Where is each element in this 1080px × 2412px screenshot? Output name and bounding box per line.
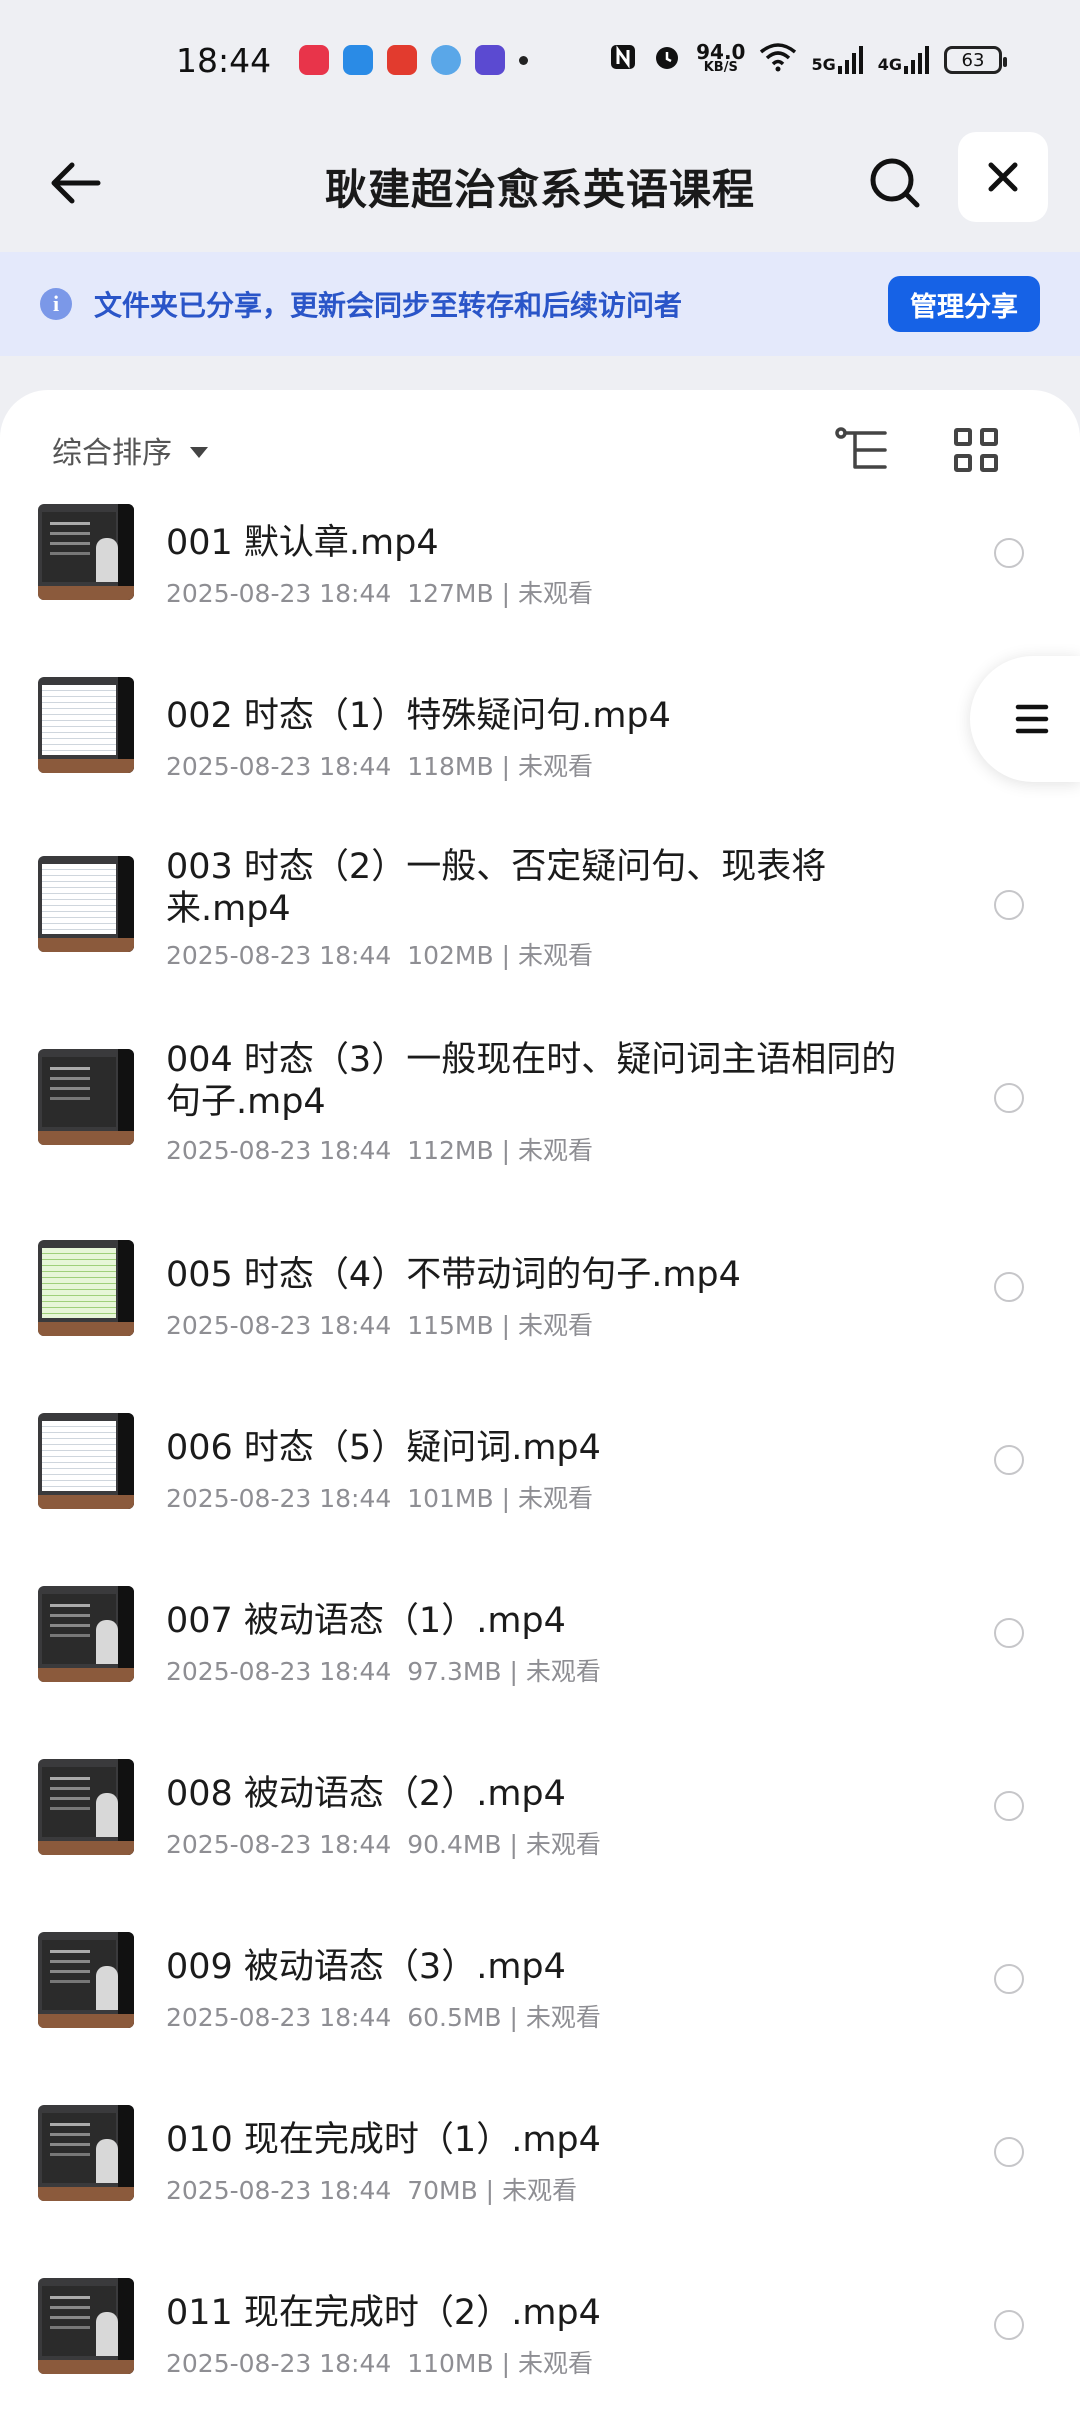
video-thumbnail: [38, 1413, 134, 1509]
net-speed: 94.0 KB/S: [696, 40, 746, 75]
search-icon: [870, 158, 920, 208]
app-notification-icon: [299, 45, 330, 75]
video-thumbnail: [38, 1932, 134, 2028]
app-notification-icon: [387, 45, 418, 75]
sort-bar: 综合排序: [52, 420, 1040, 480]
file-row[interactable]: 008 被动语态（2）.mp4 2025-08-23 18:44 90.4MB …: [0, 1751, 1080, 1924]
file-name: 009 被动语态（3）.mp4: [166, 1947, 566, 1987]
select-radio[interactable]: [994, 1791, 1024, 1821]
info-icon: i: [40, 288, 72, 320]
app-notification-icon: [431, 45, 462, 75]
file-row[interactable]: 004 时态（3）一般现在时、疑问词主语相同的句子.mp4 2025-08-23…: [0, 1039, 1080, 1232]
grid-cell: [954, 454, 972, 472]
select-radio[interactable]: [994, 1618, 1024, 1648]
file-list-panel: 综合排序 001 默认章.mp4 2025-08-23 18:44 127MB …: [0, 390, 1080, 2412]
nfc-icon: [608, 42, 638, 79]
tree-view-button[interactable]: [832, 422, 892, 478]
select-radio[interactable]: [994, 1964, 1024, 1994]
file-row[interactable]: 007 被动语态（1）.mp4 2025-08-23 18:44 97.3MB …: [0, 1578, 1080, 1751]
file-meta: 2025-08-23 18:44 110MB | 未观看: [166, 2349, 593, 2378]
video-thumbnail: [38, 504, 134, 600]
select-radio[interactable]: [994, 890, 1024, 920]
grid-cell: [980, 428, 998, 446]
grid-view-button[interactable]: [950, 424, 1002, 476]
file-meta: 2025-08-23 18:44 115MB | 未观看: [166, 1311, 593, 1340]
share-banner: i 文件夹已分享，更新会同步至转存和后续访问者 管理分享: [0, 252, 1080, 356]
file-meta: 2025-08-23 18:44 118MB | 未观看: [166, 752, 593, 781]
video-thumbnail: [38, 677, 134, 773]
back-arrow-icon: [51, 162, 101, 204]
grid-cell: [980, 454, 998, 472]
grid-cell: [954, 428, 972, 446]
select-radio[interactable]: [994, 1445, 1024, 1475]
file-meta: 2025-08-23 18:44 127MB | 未观看: [166, 579, 593, 608]
select-radio[interactable]: [994, 1272, 1024, 1302]
header: 耿建超治愈系英语课程: [0, 120, 1080, 252]
share-banner-text: 文件夹已分享，更新会同步至转存和后续访问者: [94, 289, 683, 322]
manage-share-button[interactable]: 管理分享: [888, 276, 1040, 332]
file-name: 010 现在完成时（1）.mp4: [166, 2120, 601, 2160]
search-button[interactable]: [860, 148, 930, 218]
video-thumbnail: [38, 1759, 134, 1855]
more-notifications-icon: [519, 55, 529, 65]
file-row[interactable]: 009 被动语态（3）.mp4 2025-08-23 18:44 60.5MB …: [0, 1924, 1080, 2097]
wifi-icon: [759, 42, 797, 79]
signal-4g-icon: 4G: [878, 46, 930, 74]
file-meta: 2025-08-23 18:44 102MB | 未观看: [166, 941, 593, 970]
video-thumbnail: [38, 1240, 134, 1336]
file-list: 001 默认章.mp4 2025-08-23 18:44 127MB | 未观看…: [0, 500, 1080, 2412]
file-name: 003 时态（2）一般、否定疑问句、现表将来.mp4: [166, 847, 827, 929]
select-radio[interactable]: [994, 2310, 1024, 2340]
file-name: 006 时态（5）疑问词.mp4: [166, 1428, 601, 1468]
file-meta: 2025-08-23 18:44 60.5MB | 未观看: [166, 2003, 601, 2032]
status-time: 18:44: [176, 40, 272, 80]
file-meta: 2025-08-23 18:44 112MB | 未观看: [166, 1136, 593, 1165]
select-radio[interactable]: [994, 2137, 1024, 2167]
select-radio[interactable]: [994, 538, 1024, 568]
battery-icon: 63: [944, 46, 1007, 74]
file-name: 002 时态（1）特殊疑问句.mp4: [166, 696, 671, 736]
app-notification-icon: [343, 45, 374, 75]
file-name: 007 被动语态（1）.mp4: [166, 1601, 566, 1641]
status-bar: 18:44 94.0 KB/S 5G 4G 63: [0, 0, 1080, 120]
video-thumbnail: [38, 2105, 134, 2201]
file-name: 004 时态（3）一般现在时、疑问词主语相同的句子.mp4: [166, 1040, 897, 1122]
file-name: 001 默认章.mp4: [166, 523, 439, 563]
select-radio[interactable]: [994, 1083, 1024, 1113]
page-title: 耿建超治愈系英语课程: [324, 164, 755, 214]
back-button[interactable]: [40, 148, 110, 218]
file-row[interactable]: 006 时态（5）疑问词.mp4 2025-08-23 18:44 101MB …: [0, 1405, 1080, 1578]
video-thumbnail: [38, 856, 134, 952]
video-thumbnail: [38, 1049, 134, 1145]
menu-icon: [1015, 704, 1049, 734]
file-meta: 2025-08-23 18:44 101MB | 未观看: [166, 1484, 593, 1513]
video-thumbnail: [38, 2278, 134, 2374]
close-button[interactable]: [958, 132, 1048, 222]
signal-5g-icon: 5G: [811, 46, 863, 74]
file-meta: 2025-08-23 18:44 90.4MB | 未观看: [166, 1830, 601, 1859]
tree-view-icon: [835, 427, 887, 469]
sort-dropdown[interactable]: 综合排序: [52, 428, 172, 472]
caret-down-icon[interactable]: [190, 446, 208, 458]
video-thumbnail: [38, 1586, 134, 1682]
file-row[interactable]: 001 默认章.mp4 2025-08-23 18:44 127MB | 未观看: [0, 500, 1080, 673]
close-icon: [988, 162, 1018, 192]
alarm-icon: [652, 42, 682, 79]
file-row[interactable]: 011 现在完成时（2）.mp4 2025-08-23 18:44 110MB …: [0, 2270, 1080, 2412]
file-row[interactable]: 010 现在完成时（1）.mp4 2025-08-23 18:44 70MB |…: [0, 2097, 1080, 2270]
file-meta: 2025-08-23 18:44 97.3MB | 未观看: [166, 1657, 601, 1686]
file-row[interactable]: 003 时态（2）一般、否定疑问句、现表将来.mp4 2025-08-23 18…: [0, 846, 1080, 1039]
file-name: 005 时态（4）不带动词的句子.mp4: [166, 1255, 741, 1295]
app-notification-icon: [475, 45, 506, 75]
file-meta: 2025-08-23 18:44 70MB | 未观看: [166, 2176, 578, 2205]
file-row[interactable]: 002 时态（1）特殊疑问句.mp4 2025-08-23 18:44 118M…: [0, 673, 1080, 846]
file-name: 008 被动语态（2）.mp4: [166, 1774, 566, 1814]
file-name: 011 现在完成时（2）.mp4: [166, 2293, 601, 2333]
file-row[interactable]: 005 时态（4）不带动词的句子.mp4 2025-08-23 18:44 11…: [0, 1232, 1080, 1405]
